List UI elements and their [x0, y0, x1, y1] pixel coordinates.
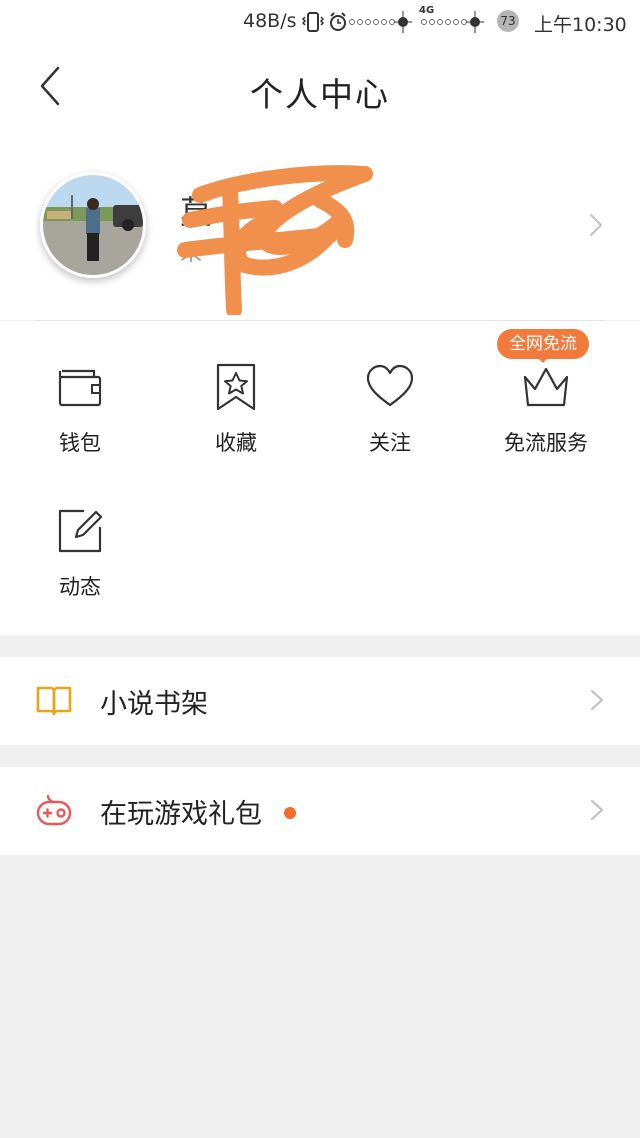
book-icon	[36, 686, 72, 716]
wallet-icon	[58, 369, 102, 407]
chevron-right-icon	[590, 689, 604, 711]
row-label-game-gifts: 在玩游戏礼包	[100, 799, 262, 830]
page-title: 个人中心	[250, 75, 390, 114]
signal-icon-sim2	[421, 11, 484, 33]
grid-item-wallet[interactable]: 钱包	[0, 363, 160, 457]
user-photo	[43, 175, 143, 275]
redaction-scribble	[177, 165, 373, 315]
grid-label-favorites: 收藏	[215, 431, 257, 455]
status-icons	[302, 12, 347, 32]
network-speed: 48B/s	[243, 10, 297, 32]
grid-item-free-data[interactable]: 免流服务	[466, 363, 626, 457]
alarm-icon	[330, 12, 346, 31]
grid-label-moments: 动态	[59, 575, 101, 599]
grid-label-following: 关注	[369, 431, 411, 455]
header: 个人中心	[0, 44, 640, 132]
chevron-right-icon	[589, 213, 603, 237]
list-row-game-gifts[interactable]: 在玩游戏礼包	[0, 767, 640, 855]
grid-item-moments[interactable]: 动态	[0, 507, 160, 601]
vibrate-icon	[302, 12, 324, 32]
gamepad-icon	[36, 794, 72, 826]
avatar[interactable]	[40, 172, 146, 278]
profile-card[interactable]: 莫 来	[0, 132, 640, 320]
chevron-right-icon	[590, 799, 604, 821]
notification-dot	[284, 807, 296, 819]
feature-grid: 钱包 收藏 关注 免流服务 全网免流 动态	[0, 321, 640, 635]
grid-item-following[interactable]: 关注	[310, 363, 470, 457]
status-bar: 48B/s 4G 73 上午10:30	[0, 0, 640, 44]
bookmark-star-icon	[216, 363, 256, 411]
free-data-badge: 全网免流	[497, 329, 589, 363]
clock: 上午10:30	[534, 14, 627, 36]
battery-level: 73	[497, 10, 519, 32]
list-row-novel-shelf[interactable]: 小说书架	[0, 657, 640, 745]
edit-icon	[58, 509, 103, 553]
grid-label-free-data: 免流服务	[504, 431, 588, 455]
heart-icon	[366, 364, 414, 407]
row-label-novel-shelf: 小说书架	[100, 689, 208, 720]
grid-item-favorites[interactable]: 收藏	[156, 363, 316, 457]
crown-icon	[523, 367, 569, 407]
grid-label-wallet: 钱包	[59, 431, 101, 455]
